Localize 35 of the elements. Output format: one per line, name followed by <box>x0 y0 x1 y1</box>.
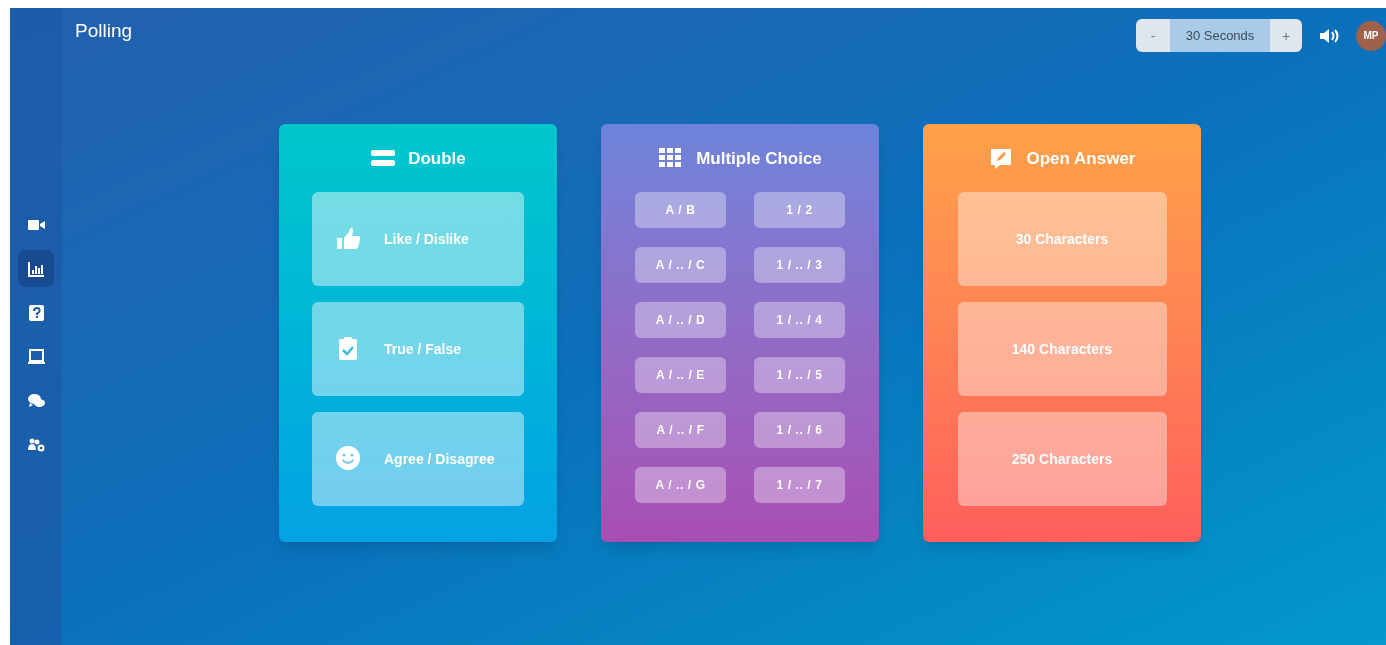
monitor-icon <box>26 347 46 366</box>
volume-icon[interactable] <box>1319 26 1341 45</box>
chat-icon <box>26 391 46 410</box>
timer-value: 30 Seconds <box>1170 19 1270 52</box>
choice-button[interactable]: 1 / .. / 6 <box>754 412 845 448</box>
plus-button[interactable]: + <box>1270 19 1302 52</box>
choice-button[interactable]: 1 / .. / 5 <box>754 357 845 393</box>
choice-button[interactable]: A / .. / E <box>635 357 726 393</box>
choice-button[interactable]: A / .. / D <box>635 302 726 338</box>
timer-stepper[interactable]: - 30 Seconds + <box>1136 19 1302 52</box>
card-title: Open Answer <box>1026 147 1136 170</box>
choice-button[interactable]: 1 / .. / 4 <box>754 302 845 338</box>
option-button[interactable]: Like / Dislike <box>312 192 524 286</box>
option-button[interactable]: True / False <box>312 302 524 396</box>
choice-button[interactable]: 1 / .. / 3 <box>754 247 845 283</box>
question-icon <box>26 303 46 322</box>
choice-button[interactable]: A / .. / C <box>635 247 726 283</box>
page-title: Polling <box>75 19 133 44</box>
choice-button[interactable]: 1 / .. / 7 <box>754 467 845 503</box>
card-title: Multiple Choice <box>696 147 822 170</box>
choice-button[interactable]: 1 / 2 <box>754 192 845 228</box>
choice-button[interactable]: A / .. / F <box>635 412 726 448</box>
choice-button[interactable]: A / B <box>635 192 726 228</box>
option-button[interactable]: 30 Characters <box>957 192 1167 286</box>
user-avatar[interactable]: MP <box>1356 20 1386 51</box>
bar-chart-icon <box>26 259 46 278</box>
option-button[interactable]: 250 Characters <box>957 412 1167 506</box>
option-button[interactable]: 140 Characters <box>957 302 1167 396</box>
minus-button[interactable]: - <box>1136 19 1170 52</box>
choice-button[interactable]: A / .. / G <box>635 467 726 503</box>
thumbs-up-icon <box>336 226 362 252</box>
option-button[interactable]: Agree / Disagree <box>312 412 524 506</box>
sidebar-item[interactable] <box>18 250 54 287</box>
smiley-icon <box>336 446 362 472</box>
card-title: Double <box>408 147 466 170</box>
